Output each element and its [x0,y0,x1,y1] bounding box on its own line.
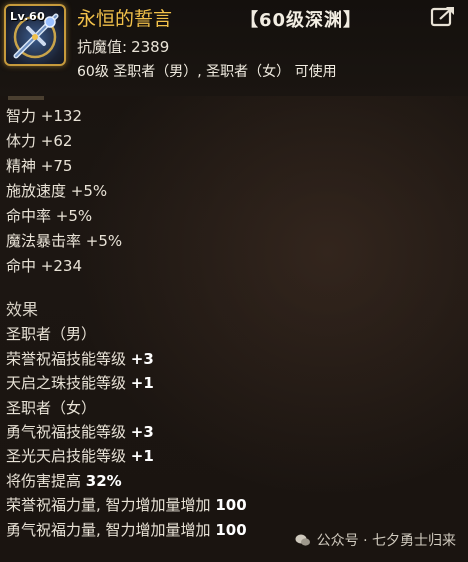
stat-value: +75 [40,157,73,175]
stat-row: 命中 +234 [6,254,122,279]
effect-text: 天启之珠技能等级 [6,374,127,393]
effect-value: +3 [130,349,154,368]
resist-value: 2389 [131,38,170,56]
effect-row: 勇气祝福力量, 智力增加量增加 100 [6,518,247,542]
stat-value: +132 [40,107,82,125]
stat-label: 命中 [6,257,37,275]
item-tooltip: Lv.60 永恒的誓言 【60级深渊】 抗魔值: 2389 60级 圣职者（男）,… [0,0,468,562]
stat-label: 体力 [6,132,37,150]
effect-row: 将伤害提高 32% [6,469,247,493]
watermark: 公众号 · 七夕勇士归来 [295,530,456,550]
effect-value: 32% [85,471,122,490]
stat-value: +5% [85,232,123,250]
share-icon [430,7,454,27]
effects-section: 效果 圣职者（男） 荣誉祝福技能等级 +3 天启之珠技能等级 +1 圣职者（女）… [6,298,247,542]
effect-text: 圣职者（女） [6,398,97,417]
effects-title: 效果 [6,300,39,319]
stat-label: 魔法暴击率 [6,232,82,250]
divider [8,96,44,100]
effect-value: 100 [215,520,247,539]
effect-text: 荣誉祝福力量, 智力增加量增加 [6,496,211,515]
effect-text: 荣誉祝福技能等级 [6,349,127,368]
effect-value: +1 [130,447,154,466]
resist-label: 抗魔值: [77,38,128,56]
effect-text: 勇气祝福力量, 智力增加量增加 [6,520,211,539]
effect-text: 将伤害提高 [6,471,82,490]
effect-row: 荣誉祝福力量, 智力增加量增加 100 [6,493,247,517]
effect-row: 荣誉祝福技能等级 +3 [6,347,247,371]
stat-row: 施放速度 +5% [6,179,122,204]
usable-by: 60级 圣职者（男）, 圣职者（女） 可使用 [77,64,337,80]
stat-label: 精神 [6,157,37,175]
tooltip-header: Lv.60 永恒的誓言 【60级深渊】 抗魔值: 2389 60级 圣职者（男）,… [0,0,468,96]
stat-row: 命中率 +5% [6,204,122,229]
stat-value: +5% [70,182,108,200]
item-icon-frame[interactable]: Lv.60 [4,4,66,66]
effect-row: 勇气祝福技能等级 +3 [6,420,247,444]
stat-label: 智力 [6,107,37,125]
share-button[interactable] [428,4,458,30]
effect-value: 100 [215,496,247,515]
effect-row: 圣职者（女） [6,396,247,420]
level-badge: Lv.60 [10,10,46,23]
stat-label: 施放速度 [6,182,67,200]
stat-row: 魔法暴击率 +5% [6,229,122,254]
watermark-text: 公众号 · 七夕勇士归来 [316,533,456,549]
effect-row: 圣光天启技能等级 +1 [6,444,247,468]
wechat-icon [295,534,310,546]
effect-row: 圣职者（男） [6,322,247,346]
effect-value: +1 [130,374,154,393]
stat-value: +234 [40,257,82,275]
resist-row: 抗魔值: 2389 [77,36,169,57]
stat-value: +62 [40,132,73,150]
stat-label: 命中率 [6,207,52,225]
effect-text: 圣职者（男） [6,325,97,344]
effect-value: +3 [130,422,154,441]
stats-list: 智力 +132 体力 +62 精神 +75 施放速度 +5% 命中率 +5% 魔… [6,104,122,279]
stat-row: 精神 +75 [6,154,122,179]
dungeon-tag: 【60级深渊】 [240,10,363,31]
effect-text: 勇气祝福技能等级 [6,422,127,441]
stat-value: +5% [55,207,93,225]
item-name: 永恒的誓言 [77,8,173,30]
stat-row: 智力 +132 [6,104,122,129]
stat-row: 体力 +62 [6,129,122,154]
effect-text: 圣光天启技能等级 [6,447,127,466]
effect-row: 天启之珠技能等级 +1 [6,371,247,395]
